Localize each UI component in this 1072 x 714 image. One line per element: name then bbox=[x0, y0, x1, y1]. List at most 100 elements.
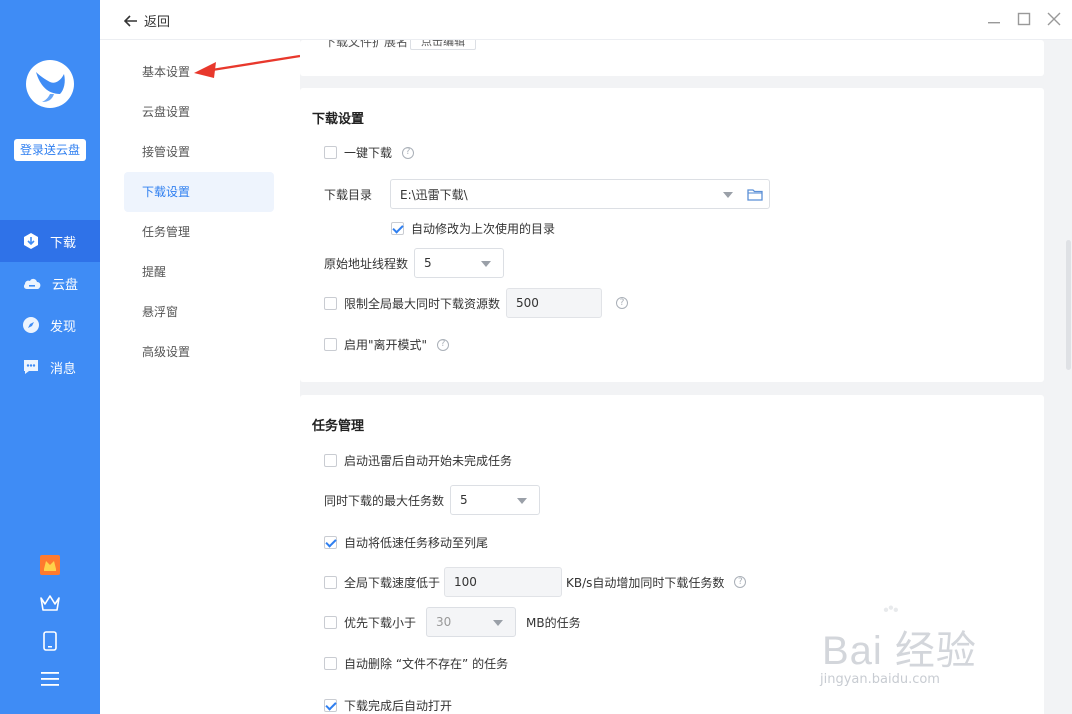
download-dir-label: 下载目录 bbox=[324, 187, 373, 202]
phone-icon[interactable] bbox=[0, 622, 100, 660]
extension-row: 下载文件扩展名 点击编辑 bbox=[324, 40, 477, 50]
annotation-arrow bbox=[194, 54, 301, 78]
gift-icon[interactable] bbox=[0, 546, 100, 584]
close-icon bbox=[1047, 12, 1061, 26]
compass-icon bbox=[23, 317, 39, 333]
settings-content: 下载文件扩展名 点击编辑 下载设置 一键下载 ? 下载目录 E:\迅雷下载\ 自… bbox=[300, 40, 1072, 714]
settings-nav-takeover[interactable]: 接管设置 bbox=[124, 132, 274, 172]
nav-label: 消息 bbox=[50, 361, 77, 377]
leave-mode-row[interactable]: 启用"离开模式" ? bbox=[324, 336, 450, 353]
crown-icon[interactable] bbox=[0, 584, 100, 622]
threads-label: 原始地址线程数 bbox=[324, 256, 409, 271]
chevron-down-icon[interactable] bbox=[493, 620, 504, 626]
limit-sources-checkbox[interactable] bbox=[324, 296, 337, 310]
threads-select[interactable]: 5 bbox=[414, 248, 505, 278]
leave-mode-checkbox[interactable] bbox=[324, 338, 337, 351]
menu-icon[interactable] bbox=[0, 660, 100, 698]
speed-low-label: 全局下载速度低于 bbox=[344, 575, 441, 590]
minimize-button[interactable] bbox=[986, 11, 1002, 27]
limit-sources-row: 限制全局最大同时下载资源数 500 ? bbox=[324, 288, 629, 318]
close-button[interactable] bbox=[1046, 11, 1062, 27]
panel-title: 任务管理 bbox=[312, 419, 365, 434]
open-after-checkbox[interactable] bbox=[324, 699, 337, 712]
prefer-small-value: 30 bbox=[436, 615, 452, 629]
auto-delete-label: 自动删除 “文件不存在” 的任务 bbox=[344, 657, 509, 671]
auto-delete-row[interactable]: 自动删除 “文件不存在” 的任务 bbox=[324, 655, 508, 672]
leave-mode-label: 启用"离开模式" bbox=[344, 338, 428, 352]
settings-nav-cloud[interactable]: 云盘设置 bbox=[124, 92, 274, 132]
one-click-row[interactable]: 一键下载 ? bbox=[324, 144, 415, 161]
panel-title: 下载设置 bbox=[312, 112, 365, 127]
settings-nav-advanced[interactable]: 高级设置 bbox=[124, 332, 274, 372]
minimize-icon bbox=[988, 22, 1000, 24]
auto-start-label: 启动迅雷后自动开始未完成任务 bbox=[344, 454, 513, 468]
nav-label: 发现 bbox=[50, 319, 77, 335]
limit-sources-input[interactable]: 500 bbox=[506, 288, 603, 318]
speed-low-suffix: KB/s自动增加同时下载任务数 bbox=[566, 575, 725, 590]
download-dir-row: 下载目录 E:\迅雷下载\ bbox=[324, 179, 770, 209]
prefer-small-select[interactable]: 30 bbox=[426, 607, 517, 637]
speed-low-checkbox[interactable] bbox=[324, 575, 337, 589]
download-icon bbox=[24, 233, 38, 249]
cloud-icon bbox=[23, 278, 41, 289]
panel-basic-partial: 下载文件扩展名 点击编辑 bbox=[300, 40, 1044, 76]
auto-dir-row[interactable]: 自动修改为上次使用的目录 bbox=[391, 220, 555, 237]
help-icon[interactable]: ? bbox=[616, 297, 629, 309]
back-label: 返回 bbox=[144, 15, 171, 30]
settings-nav-tasks[interactable]: 任务管理 bbox=[124, 212, 274, 252]
nav-item-messages[interactable]: 消息 bbox=[0, 346, 100, 388]
back-button[interactable]: 返回 bbox=[124, 11, 170, 30]
nav-label: 下载 bbox=[50, 235, 77, 251]
move-slow-label: 自动将低速任务移动至列尾 bbox=[344, 536, 489, 550]
edit-extensions-button[interactable]: 点击编辑 bbox=[410, 40, 477, 50]
maximize-icon bbox=[1017, 12, 1031, 26]
speed-low-row: 全局下载速度低于 100 KB/s自动增加同时下载任务数 ? bbox=[324, 567, 747, 597]
maximize-button[interactable] bbox=[1016, 11, 1032, 27]
main-nav: 下载 云盘 发现 消息 bbox=[0, 220, 100, 388]
auto-dir-checkbox[interactable] bbox=[391, 222, 404, 235]
nav-item-cloud[interactable]: 云盘 bbox=[0, 262, 100, 304]
watermark-url: jingyan.baidu.com bbox=[820, 672, 940, 687]
help-icon[interactable]: ? bbox=[734, 576, 747, 588]
max-tasks-select[interactable]: 5 bbox=[450, 485, 541, 515]
chevron-down-icon[interactable] bbox=[517, 498, 528, 504]
threads-value: 5 bbox=[424, 256, 432, 270]
login-button[interactable]: 登录送云盘 bbox=[14, 139, 86, 161]
chevron-down-icon[interactable] bbox=[481, 261, 492, 267]
nav-item-download[interactable]: 下载 bbox=[0, 220, 100, 262]
max-tasks-label: 同时下载的最大任务数 bbox=[324, 493, 445, 508]
open-after-row[interactable]: 下载完成后自动打开 bbox=[324, 697, 452, 714]
message-icon bbox=[24, 360, 38, 374]
settings-nav-floating[interactable]: 悬浮窗 bbox=[124, 292, 274, 332]
help-icon[interactable]: ? bbox=[437, 338, 450, 351]
open-after-label: 下载完成后自动打开 bbox=[344, 699, 453, 713]
prefer-small-label: 优先下载小于 bbox=[344, 615, 417, 630]
app-logo[interactable] bbox=[26, 60, 74, 108]
move-slow-row[interactable]: 自动将低速任务移动至列尾 bbox=[324, 534, 488, 551]
max-tasks-row: 同时下载的最大任务数 5 bbox=[324, 485, 541, 515]
download-dir-select[interactable]: E:\迅雷下载\ bbox=[390, 179, 770, 209]
prefer-small-checkbox[interactable] bbox=[324, 615, 337, 629]
move-slow-checkbox[interactable] bbox=[324, 536, 337, 549]
scrollbar[interactable] bbox=[1066, 240, 1071, 370]
settings-nav-download[interactable]: 下载设置 bbox=[124, 172, 274, 212]
speed-low-input[interactable]: 100 bbox=[444, 567, 563, 597]
main-sidebar: 登录送云盘 下载 云盘 发现 消息 bbox=[0, 0, 100, 714]
settings-nav-reminder[interactable]: 提醒 bbox=[124, 252, 274, 292]
help-icon[interactable]: ? bbox=[402, 146, 415, 159]
sidebar-bottom-icons bbox=[0, 546, 100, 698]
nav-label: 云盘 bbox=[52, 277, 79, 293]
auto-start-row[interactable]: 启动迅雷后自动开始未完成任务 bbox=[324, 452, 512, 469]
title-bar: 返回 bbox=[100, 0, 1072, 40]
one-click-checkbox[interactable] bbox=[324, 146, 337, 159]
folder-icon[interactable] bbox=[747, 188, 763, 201]
auto-delete-checkbox[interactable] bbox=[324, 657, 337, 670]
chevron-down-icon[interactable] bbox=[723, 192, 733, 198]
auto-start-checkbox[interactable] bbox=[324, 454, 337, 467]
settings-nav: 基本设置 云盘设置 接管设置 下载设置 任务管理 提醒 悬浮窗 高级设置 bbox=[100, 40, 300, 714]
max-tasks-value: 5 bbox=[460, 493, 468, 507]
nav-item-discover[interactable]: 发现 bbox=[0, 304, 100, 346]
prefer-small-row: 优先下载小于 30 MB的任务 bbox=[324, 607, 581, 637]
prefer-small-suffix: MB的任务 bbox=[526, 615, 581, 630]
panel-download-settings: 下载设置 一键下载 ? 下载目录 E:\迅雷下载\ 自动修改为上次使用的目录 原… bbox=[300, 88, 1044, 382]
